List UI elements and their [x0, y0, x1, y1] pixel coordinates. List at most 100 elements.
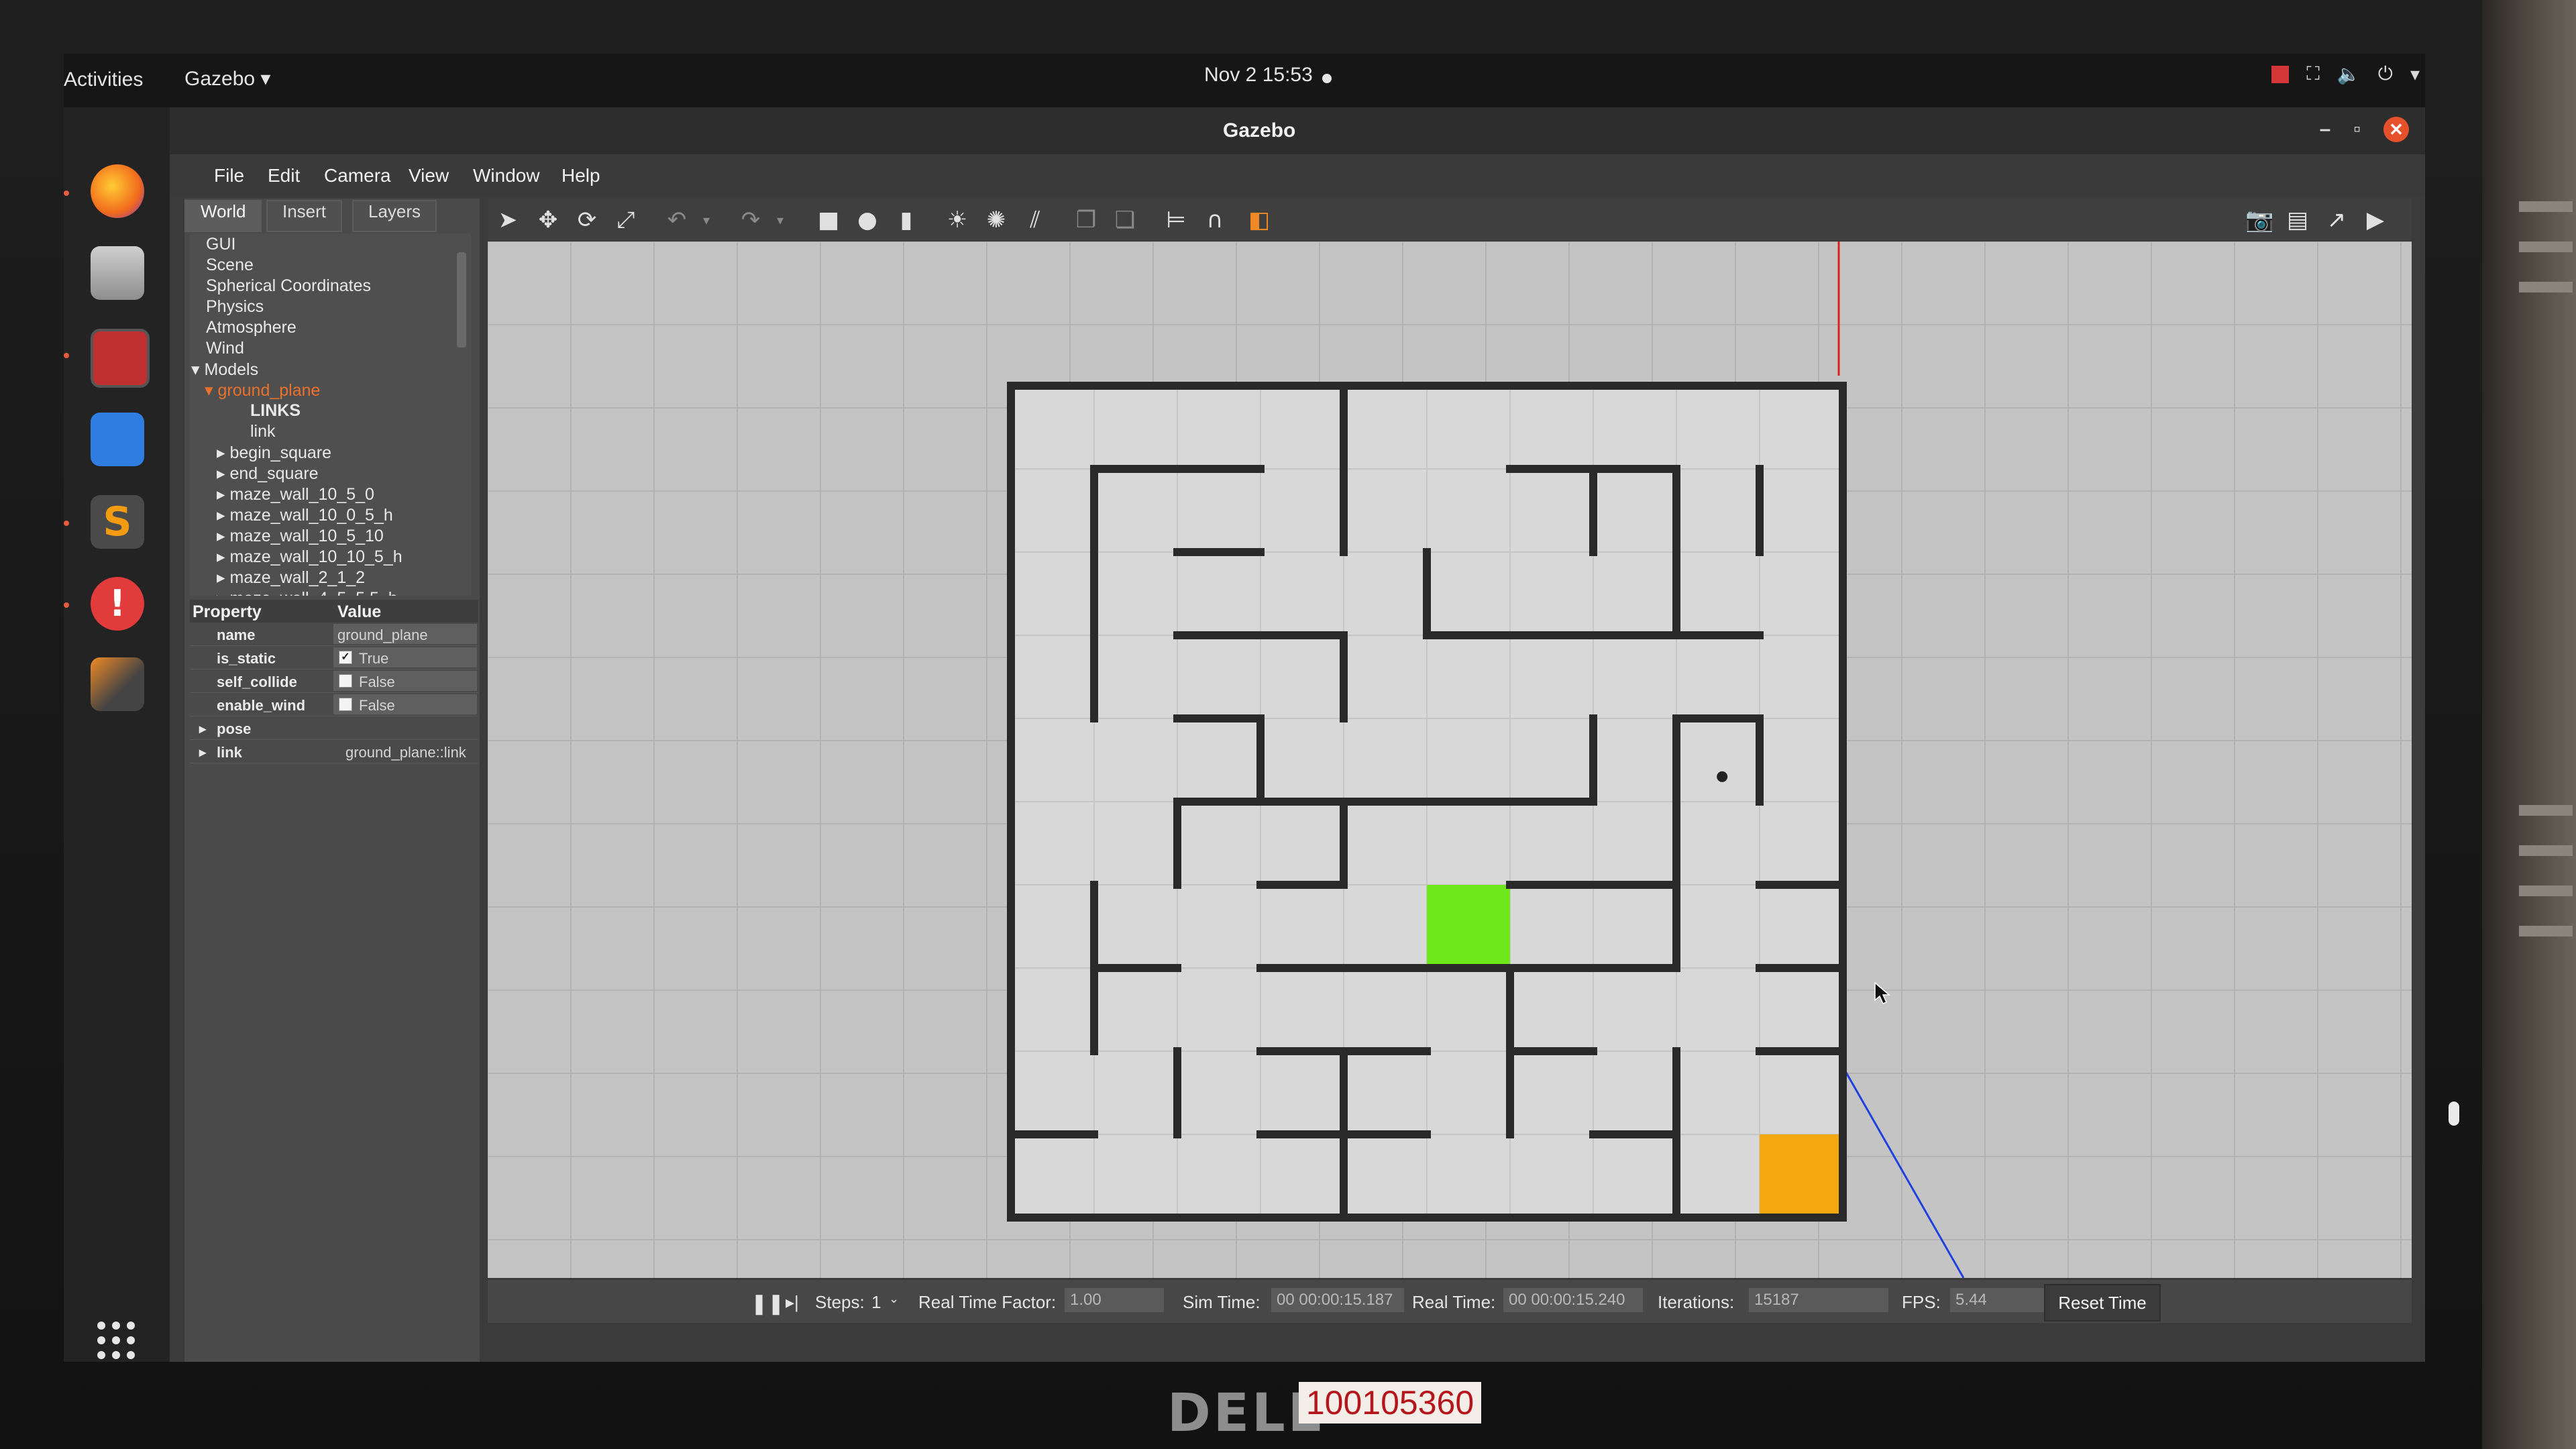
steps-spinner-icon[interactable]: ⌄ — [889, 1292, 899, 1306]
network-icon[interactable]: ⛶ — [2306, 63, 2320, 85]
clock[interactable]: Nov 2 15:53 — [1204, 64, 1313, 87]
property-key: self_collide — [217, 674, 297, 690]
undo-history-icon[interactable]: ▾ — [693, 207, 720, 233]
translate-mode-icon[interactable]: ✥ — [535, 207, 561, 233]
tab-insert[interactable]: Insert — [266, 200, 343, 232]
tree-model-label: end_square — [229, 464, 319, 483]
snap-icon[interactable]: ∩ — [1201, 207, 1228, 233]
spot-light-icon[interactable]: ✺ — [983, 207, 1010, 233]
pause-icon[interactable]: ❚❚ — [751, 1292, 784, 1316]
tab-world[interactable]: World — [184, 200, 262, 232]
step-icon[interactable]: ▸| — [786, 1292, 799, 1313]
reset-time-button[interactable]: Reset Time — [2044, 1284, 2161, 1322]
plot-icon[interactable]: ↗ — [2323, 207, 2350, 233]
is-static-checkbox[interactable]: ✓ — [339, 651, 352, 664]
copy-icon[interactable]: ❐ — [1073, 207, 1099, 233]
change-view-icon[interactable]: ◧ — [1246, 207, 1273, 233]
app-menu[interactable]: Gazebo ▾ — [184, 67, 270, 91]
point-light-icon[interactable]: ☀ — [944, 207, 971, 233]
close-icon[interactable]: ✕ — [2383, 117, 2409, 142]
rotate-mode-icon[interactable]: ⟳ — [574, 207, 600, 233]
menu-help[interactable]: Help — [561, 165, 600, 186]
tree-item-model[interactable]: ▸ maze_wall_2_1_2 — [217, 568, 365, 588]
undo-icon[interactable]: ↶ — [663, 207, 690, 233]
property-row-pose[interactable]: ▸ pose — [190, 716, 478, 740]
tab-layers[interactable]: Layers — [352, 200, 437, 232]
terminal-icon[interactable] — [91, 329, 150, 388]
screenshot-camera-icon[interactable]: 📷 — [2245, 207, 2273, 233]
tree-item-physics[interactable]: Physics — [206, 297, 264, 317]
tree-models[interactable]: ▾ Models — [191, 360, 258, 380]
chevron-down-icon[interactable]: ▾ — [2410, 63, 2420, 85]
menu-file[interactable]: File — [214, 165, 244, 186]
begin-square — [1427, 885, 1510, 968]
record-video-icon[interactable]: ▶ — [2362, 207, 2389, 233]
tree-item-scene[interactable]: Scene — [206, 256, 254, 275]
menu-edit[interactable]: Edit — [268, 165, 300, 186]
self-collide-checkbox[interactable] — [339, 674, 352, 688]
indicator-icon[interactable] — [2271, 66, 2290, 83]
cylinder-shape-icon[interactable]: ▮ — [893, 207, 920, 233]
window-titlebar[interactable]: Gazebo – ▫ ✕ — [170, 107, 2425, 154]
real-time-field: 00 00:00:15.240 — [1503, 1288, 1643, 1312]
maze-scene[interactable] — [488, 241, 2412, 1278]
restore-icon[interactable]: ▫ — [2353, 118, 2361, 141]
tree-item-gui[interactable]: GUI — [206, 235, 235, 254]
log-icon[interactable]: ▤ — [2284, 207, 2311, 233]
menu-view[interactable]: View — [409, 165, 449, 186]
property-row-link[interactable]: ▸ link ground_plane::link — [190, 740, 478, 763]
tree-item-model[interactable]: ▸ maze_wall_10_5_10 — [217, 526, 384, 546]
redo-history-icon[interactable]: ▾ — [767, 207, 794, 233]
firefox-icon[interactable] — [91, 164, 144, 218]
sphere-shape-icon[interactable]: ● — [854, 207, 881, 233]
tree-item-model[interactable]: ▸ maze_wall_10_0_5_h — [217, 505, 393, 525]
tree-item-ground-plane[interactable]: ▾ ground_plane — [205, 380, 320, 400]
redo-icon[interactable]: ↷ — [737, 207, 764, 233]
box-shape-icon[interactable]: ■ — [815, 207, 842, 233]
menu-camera[interactable]: Camera — [324, 165, 391, 186]
power-icon[interactable]: ⏻ — [2378, 63, 2393, 85]
power-button[interactable] — [2449, 1102, 2459, 1126]
tree-item-spherical-coordinates[interactable]: Spherical Coordinates — [206, 276, 371, 296]
sim-time-label: Sim Time: — [1183, 1292, 1260, 1312]
enable-wind-checkbox[interactable] — [339, 698, 352, 711]
align-icon[interactable]: ⊨ — [1163, 207, 1189, 233]
scale-mode-icon[interactable]: ⤢ — [612, 207, 639, 233]
files-icon[interactable] — [91, 246, 144, 300]
expand-arrow-icon[interactable]: ▾ — [205, 381, 218, 400]
show-apps-icon[interactable] — [97, 1322, 135, 1359]
tree-item-model[interactable]: ▸ end_square — [217, 464, 319, 484]
directional-light-icon[interactable]: ⫽ — [1022, 207, 1049, 233]
property-row-self-collide[interactable]: self_collide False — [190, 669, 478, 693]
property-row-name[interactable]: name ground_plane — [190, 623, 478, 646]
screenshot-icon[interactable] — [91, 413, 144, 466]
alert-icon[interactable]: ! — [91, 577, 144, 631]
tree-scrollbar[interactable] — [457, 252, 466, 347]
tree-item-model[interactable]: ▸ maze_wall_4_5_5,5_h — [217, 588, 398, 596]
volume-icon[interactable]: 🔈 — [2337, 63, 2361, 85]
tree-item-atmosphere[interactable]: Atmosphere — [206, 318, 297, 337]
property-row-is-static[interactable]: is_static ✓ True — [190, 646, 478, 669]
tree-item-model[interactable]: ▸ begin_square — [217, 443, 331, 463]
activities-button[interactable]: Activities — [64, 68, 143, 91]
tree-item-model[interactable]: ▸ maze_wall_10_10_5_h — [217, 547, 402, 567]
property-value[interactable]: ground_plane — [337, 627, 428, 644]
gazebo-icon[interactable] — [91, 657, 144, 711]
menu-window[interactable]: Window — [473, 165, 540, 186]
select-mode-icon[interactable]: ➤ — [494, 207, 521, 233]
expand-arrow-icon[interactable]: ▸ — [199, 744, 206, 761]
minimize-icon[interactable]: – — [2320, 118, 2331, 141]
tree-item-link[interactable]: link — [250, 422, 276, 441]
tree-item-model[interactable]: ▸ maze_wall_10_5_0 — [217, 484, 374, 504]
steps-value[interactable]: 1 — [871, 1292, 881, 1313]
sublime-text-icon[interactable]: S — [91, 495, 144, 549]
property-row-enable-wind[interactable]: enable_wind False — [190, 693, 478, 716]
scene-viewport[interactable] — [488, 241, 2412, 1278]
property-key: link — [217, 744, 242, 761]
expand-arrow-icon[interactable]: ▸ — [199, 720, 206, 737]
paste-icon[interactable]: ❏ — [1112, 207, 1138, 233]
expand-arrow-icon[interactable]: ▾ — [191, 360, 205, 379]
tree-item-wind[interactable]: Wind — [206, 339, 244, 358]
scene-toolbar: ➤ ✥ ⟳ ⤢ ↶ ▾ ↷ ▾ ■ ● ▮ ☀ ✺ ⫽ ❐ ❏ ⊨ ∩ ◧ 📷 … — [488, 199, 2412, 240]
system-tray[interactable]: ⛶ 🔈 ⏻ ▾ — [2271, 63, 2420, 85]
